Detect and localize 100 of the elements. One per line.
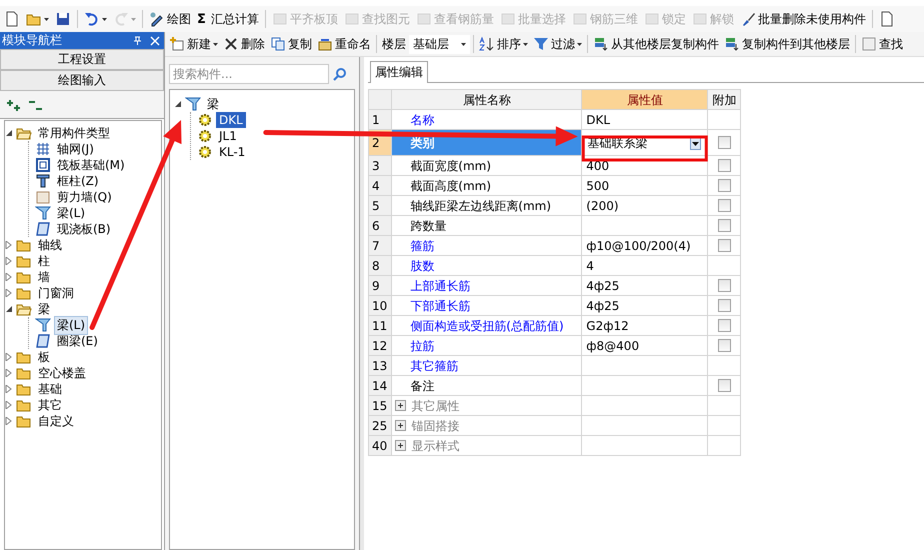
column-header: 附加	[708, 90, 741, 110]
tree-item[interactable]: 常用构件类型	[35, 124, 113, 142]
tree-item[interactable]: 现浇板(B)	[54, 220, 114, 238]
tree-item[interactable]: 基础	[35, 380, 65, 398]
redo-icon	[113, 11, 129, 27]
checkbox[interactable]	[718, 239, 731, 252]
tree-item[interactable]: 剪力墙(Q)	[54, 188, 115, 206]
property-name: 锚固搭接	[411, 418, 460, 434]
tree-item[interactable]: 梁	[204, 94, 222, 114]
search-icon[interactable]	[333, 67, 347, 81]
row-number: 40	[368, 436, 392, 456]
toolbar-button[interactable]: 删除	[221, 34, 267, 54]
document-icon	[4, 11, 20, 27]
tree-item[interactable]: 其它	[35, 396, 65, 414]
expand-icon[interactable]	[395, 400, 406, 411]
checkbox[interactable]	[718, 179, 731, 192]
tree-item[interactable]: 梁(L)	[54, 316, 88, 334]
checkbox[interactable]	[718, 279, 731, 292]
property-name: 截面高度(mm)	[410, 178, 492, 192]
checkbox[interactable]	[718, 339, 731, 352]
rename-icon	[317, 36, 333, 52]
column-header: 属性值	[582, 90, 708, 110]
checkbox[interactable]	[718, 159, 731, 172]
tree-item[interactable]: 自定义	[35, 412, 77, 430]
toolbar-button[interactable]: 绘图	[147, 10, 193, 28]
property-name: 截面宽度(mm)	[410, 158, 492, 172]
pin-icon[interactable]	[133, 36, 142, 46]
toolbar-button[interactable]	[82, 10, 109, 28]
caret-icon	[461, 42, 466, 46]
beam-icon	[185, 96, 201, 112]
toolbar-button[interactable]: 复制	[268, 34, 314, 54]
header-cell	[368, 90, 392, 110]
toolbar-button[interactable]: 复制构件到其他楼层	[722, 34, 852, 54]
property-value: DKL	[582, 110, 708, 130]
collapse-icon[interactable]	[5, 129, 13, 137]
toolbar-button[interactable]: 从其他楼层复制构件	[591, 34, 721, 54]
search-field[interactable]: 搜索构件...	[169, 64, 329, 84]
expand-icon[interactable]	[395, 440, 406, 451]
collapse-icon[interactable]	[5, 305, 13, 313]
slab-icon	[35, 221, 51, 237]
toolbar-button[interactable]: Σ 汇总计算	[195, 10, 261, 28]
slab-icon	[35, 333, 51, 349]
tree-item[interactable]: 板	[35, 348, 53, 366]
toolbar-icon	[416, 11, 432, 27]
close-icon[interactable]	[150, 36, 160, 46]
beam-icon	[35, 317, 51, 333]
document-icon	[878, 11, 895, 27]
row-number: 10	[368, 296, 392, 316]
row-number: 7	[368, 236, 392, 256]
property-value: ф8@400	[582, 336, 708, 356]
checkbox[interactable]	[718, 379, 731, 392]
toolbar-button[interactable]: 批量删除未使用构件	[738, 10, 868, 28]
row-number: 9	[368, 276, 392, 296]
pen-icon	[149, 11, 165, 27]
toolbar-button[interactable]: 重命名	[315, 34, 373, 54]
collapse-icon[interactable]	[174, 100, 182, 108]
toolbar-button[interactable]: 新建	[167, 34, 220, 54]
gear-icon	[197, 128, 213, 144]
row-number: 6	[368, 216, 392, 236]
tree-item[interactable]: JL1	[216, 128, 240, 144]
tree-item[interactable]: 框柱(Z)	[54, 172, 102, 190]
tree-item[interactable]: 空心楼盖	[35, 364, 89, 382]
tree-item[interactable]: 梁(L)	[54, 204, 88, 222]
layers-icon	[724, 36, 740, 52]
row-number: 8	[368, 256, 392, 276]
tree-item[interactable]: 圈梁(E)	[54, 332, 101, 350]
property-name: 侧面构造或受扭筋(总配筋值)	[410, 318, 564, 332]
tree-item[interactable]: 筏板基础(M)	[54, 156, 128, 174]
toolbar-button[interactable]: 排序	[477, 34, 530, 54]
toolbar-button[interactable]: 查找	[859, 34, 905, 54]
tree-item[interactable]: 轴网(J)	[54, 140, 97, 158]
caret-icon	[523, 42, 528, 46]
checkbox[interactable]	[718, 219, 731, 232]
toolbar-button[interactable]: 过滤	[531, 34, 584, 54]
nav-button[interactable]: 绘图输入	[0, 70, 164, 91]
caret-icon	[102, 18, 107, 20]
checkbox[interactable]	[718, 319, 731, 332]
tree-item[interactable]: 门窗洞	[35, 284, 77, 302]
floor-dropdown[interactable]: 基础层	[409, 34, 470, 54]
toolbar-icon	[644, 11, 660, 27]
caret-icon	[131, 18, 136, 20]
tab[interactable]: 属性编辑	[370, 61, 428, 83]
tree-item[interactable]: DKL	[216, 112, 246, 128]
property-name: 其它属性	[411, 398, 460, 414]
checkbox[interactable]	[718, 199, 731, 212]
toolbar-icon	[692, 11, 708, 27]
checkbox[interactable]	[718, 299, 731, 312]
checkbox[interactable]	[718, 136, 731, 149]
expand-all-icon[interactable]	[6, 98, 22, 112]
expand-icon[interactable]	[395, 420, 406, 431]
property-name: 跨数量	[410, 218, 446, 232]
nav-button[interactable]: 工程设置	[0, 49, 164, 70]
tree-item[interactable]: 轴线	[35, 236, 65, 254]
property-name: 上部通长筋	[410, 278, 470, 292]
gear-icon	[197, 112, 213, 128]
tree-item[interactable]: 柱	[35, 252, 53, 270]
frame-icon	[35, 157, 51, 173]
tree-item[interactable]: 墙	[35, 268, 53, 286]
tree-item[interactable]: KL-1	[216, 144, 248, 160]
tree-item[interactable]: 梁	[35, 300, 53, 318]
